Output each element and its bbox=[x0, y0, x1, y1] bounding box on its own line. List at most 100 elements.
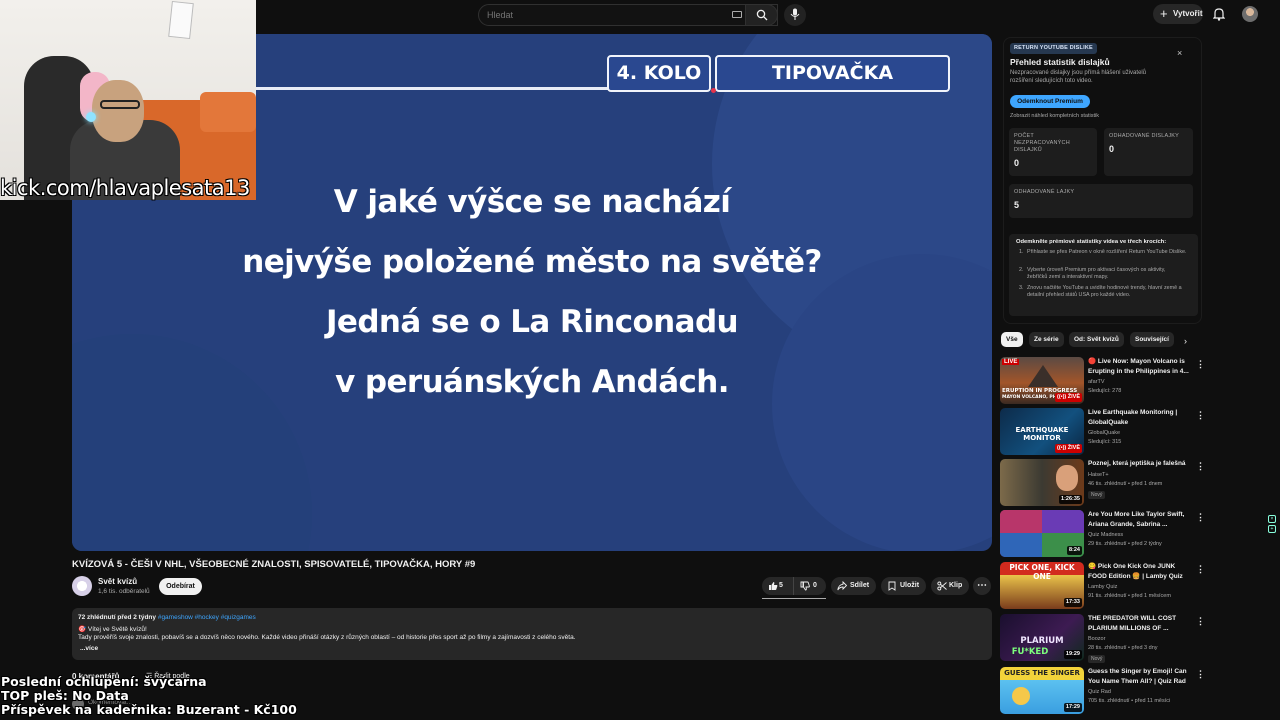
recommendation-meta: Sledující: 278 bbox=[1088, 388, 1122, 394]
close-icon[interactable]: × bbox=[1268, 515, 1276, 523]
keyboard-icon[interactable] bbox=[732, 11, 742, 18]
recommendation-meta: 28 tis. zhlédnutí • před 3 dny bbox=[1088, 645, 1158, 651]
person-face bbox=[1056, 465, 1078, 491]
recommendation-channel[interactable]: afarTV bbox=[1088, 379, 1105, 385]
ryd-tag: RETURN YOUTUBE DISLIKE bbox=[1010, 43, 1097, 54]
recommendation-item[interactable]: GUESS THE SINGER 17:29 Guess the Singer … bbox=[1000, 667, 1205, 715]
description-meta: 72 zhlédnutí před 2 týdny #gameshow #hoc… bbox=[78, 614, 256, 621]
recommendation-thumbnail[interactable]: PLARIUM FU*KED 19:29 bbox=[1000, 614, 1084, 661]
recommendation-item[interactable]: 8:24 Are You More Like Taylor Swift, Ari… bbox=[1000, 510, 1205, 558]
search-box[interactable] bbox=[478, 4, 778, 26]
description-box[interactable]: 72 zhlédnutí před 2 týdny #gameshow #hoc… bbox=[72, 608, 992, 660]
recommendation-item[interactable]: LIVE ERUPTION IN PROGRESS MAYON VOLCANO,… bbox=[1000, 357, 1205, 405]
recommendation-channel[interactable]: GlobalQuake bbox=[1088, 430, 1120, 436]
chevron-right-icon[interactable]: › bbox=[1184, 336, 1187, 346]
stream-overlay-line: Příspěvek na kadeřnika: Buzerant - Kč100 bbox=[1, 702, 297, 717]
recommendation-item[interactable]: 1:26:35 Poznej, která jeptiška je falešn… bbox=[1000, 459, 1205, 507]
notifications-bell-icon[interactable] bbox=[1213, 7, 1225, 21]
recommendation-thumbnail[interactable]: GUESS THE SINGER 17:29 bbox=[1000, 667, 1084, 714]
recommendation-item[interactable]: PLARIUM FU*KED 19:29 THE PREDATOR WILL C… bbox=[1000, 614, 1205, 663]
recommendation-title[interactable]: Are You More Like Taylor Swift, Ariana G… bbox=[1088, 510, 1192, 529]
stat-value: 5 bbox=[1014, 200, 1020, 210]
add-icon[interactable]: + bbox=[1268, 525, 1276, 533]
recommendation-meta: 705 tis. zhlédnutí • před 11 měsíci bbox=[1088, 698, 1171, 704]
new-badge: Nový bbox=[1088, 491, 1106, 499]
search-input[interactable] bbox=[487, 8, 727, 22]
subscribe-button[interactable]: Odebírat bbox=[159, 578, 202, 595]
channel-name[interactable]: Svět kvízů bbox=[98, 577, 137, 586]
account-avatar[interactable] bbox=[1242, 6, 1258, 22]
emoji-shape bbox=[1012, 687, 1030, 705]
webcam-sofa-back bbox=[200, 92, 256, 132]
recommendation-channel[interactable]: Boozor bbox=[1088, 636, 1105, 642]
duration-badge: 17:29 bbox=[1063, 703, 1082, 712]
recommendation-channel[interactable]: Quiz Rad bbox=[1088, 689, 1111, 695]
thumbnail-text: PLARIUM bbox=[1020, 636, 1064, 646]
create-button[interactable]: + Vytvořit bbox=[1153, 4, 1203, 24]
more-vert-icon[interactable]: ⋮ bbox=[1196, 410, 1205, 421]
like-dislike-pill: 5 0 bbox=[762, 577, 826, 595]
step-item: 2. Vyberte úroveň Premium pro aktivaci ča… bbox=[1019, 267, 1166, 280]
recommendation-title[interactable]: Poznej, která jeptiška je falešná bbox=[1088, 459, 1192, 469]
duration-badge: 19:29 bbox=[1063, 650, 1082, 659]
recommendation-title[interactable]: THE PREDATOR WILL COST PLARIUM MILLIONS … bbox=[1088, 614, 1192, 633]
view-count-date: 72 zhlédnutí před 2 týdny bbox=[78, 614, 157, 621]
chip-series[interactable]: Ze série bbox=[1029, 332, 1064, 347]
more-vert-icon[interactable]: ⋮ bbox=[1196, 359, 1205, 370]
chip-related[interactable]: Související bbox=[1130, 332, 1174, 347]
step-item: 1. Přihlaste se přes Patreon v okně rozší… bbox=[1019, 249, 1187, 255]
scissors-icon bbox=[937, 581, 947, 591]
hashtags[interactable]: #gameshow #hockey #quizgames bbox=[158, 614, 256, 621]
more-actions-button[interactable]: ⋯ bbox=[973, 577, 991, 595]
kick-url-overlay: kick.com/hlavaplesata13 bbox=[0, 176, 250, 200]
unlock-premium-button[interactable]: Odemknout Premium bbox=[1010, 95, 1090, 108]
stat-card-raw-dislikes: POČET NEZPRACOVANÝCH DISLAJKŮ 0 bbox=[1009, 128, 1097, 176]
recommendation-title[interactable]: 😋 Pick One Kick One JUNK FOOD Edition 🍔 … bbox=[1088, 562, 1192, 581]
recommendation-title[interactable]: 🔴 Live Now: Mayon Volcano is Erupting in… bbox=[1088, 357, 1192, 376]
recommendation-thumbnail[interactable]: PICK ONE, KICK ONE 17:33 bbox=[1000, 562, 1084, 609]
recommendation-thumbnail[interactable]: 8:24 bbox=[1000, 510, 1084, 557]
recommendation-meta: 91 tis. zhlédnutí • před 1 měsícem bbox=[1088, 593, 1171, 599]
live-badge: ((•)) ŽIVĚ bbox=[1054, 393, 1082, 402]
ryd-close-button[interactable]: × bbox=[1177, 48, 1182, 58]
voice-search-button[interactable] bbox=[784, 4, 806, 26]
more-vert-icon[interactable]: ⋮ bbox=[1196, 564, 1205, 575]
stat-card-estimated-dislikes: ODHADOVANÉ DISLAJKY 0 bbox=[1104, 128, 1193, 176]
search-icon bbox=[756, 9, 768, 21]
thumbnail-text: EARTHQUAKE MONITOR bbox=[1015, 426, 1069, 442]
recommendation-title[interactable]: Live Earthquake Monitoring | GlobalQuake bbox=[1088, 408, 1192, 427]
recommendation-channel[interactable]: Lamby Quiz bbox=[1088, 584, 1117, 590]
clip-button[interactable]: Klip bbox=[931, 577, 969, 595]
channel-avatar[interactable] bbox=[72, 576, 92, 596]
microphone-icon bbox=[790, 8, 800, 20]
recommendation-item[interactable]: EARTHQUAKE MONITOR ((•)) ŽIVĚ Live Earth… bbox=[1000, 408, 1205, 456]
thumbnail-quadrant bbox=[1000, 533, 1042, 557]
recommendation-channel[interactable]: HaiseT+ bbox=[1088, 472, 1109, 478]
recommendation-channel[interactable]: Quiz Madness bbox=[1088, 532, 1123, 538]
full-stats-link[interactable]: Zobrazit náhled kompletních statistik bbox=[1010, 113, 1099, 119]
recommendation-item[interactable]: PICK ONE, KICK ONE 17:33 😋 Pick One Kick… bbox=[1000, 562, 1205, 610]
more-vert-icon[interactable]: ⋮ bbox=[1196, 669, 1205, 680]
search-button[interactable] bbox=[745, 4, 778, 26]
more-vert-icon[interactable]: ⋮ bbox=[1196, 512, 1205, 523]
recommendation-title[interactable]: Guess the Singer by Emoji! Can You Name … bbox=[1088, 667, 1192, 686]
share-button[interactable]: Sdílet bbox=[831, 577, 876, 595]
more-vert-icon[interactable]: ⋮ bbox=[1196, 461, 1205, 472]
clip-label: Klip bbox=[949, 582, 963, 589]
recommendation-thumbnail[interactable]: 1:26:35 bbox=[1000, 459, 1084, 506]
thumbnail-text: GUESS THE SINGER bbox=[1004, 669, 1080, 677]
thumbs-up-icon bbox=[769, 582, 778, 590]
chip-all[interactable]: Vše bbox=[1001, 332, 1023, 347]
recommendation-thumbnail[interactable]: EARTHQUAKE MONITOR ((•)) ŽIVĚ bbox=[1000, 408, 1084, 455]
description-more-link[interactable]: ...více bbox=[80, 645, 98, 652]
chip-from-channel[interactable]: Od: Svět kvízů bbox=[1069, 332, 1124, 347]
recommendation-meta: 29 tis. zhlédnutí • před 2 týdny bbox=[1088, 541, 1162, 547]
stat-label: ODHADOVANÉ DISLAJKY bbox=[1109, 133, 1180, 139]
dislike-button[interactable]: 0 bbox=[794, 577, 826, 595]
save-button[interactable]: Uložit bbox=[881, 577, 926, 595]
duration-badge: 17:33 bbox=[1063, 598, 1082, 607]
stream-overlay-line: Poslední ochlupení: švýcarna bbox=[1, 674, 207, 689]
like-button[interactable]: 5 bbox=[762, 577, 794, 595]
recommendation-thumbnail[interactable]: LIVE ERUPTION IN PROGRESS MAYON VOLCANO,… bbox=[1000, 357, 1084, 404]
more-vert-icon[interactable]: ⋮ bbox=[1196, 616, 1205, 627]
